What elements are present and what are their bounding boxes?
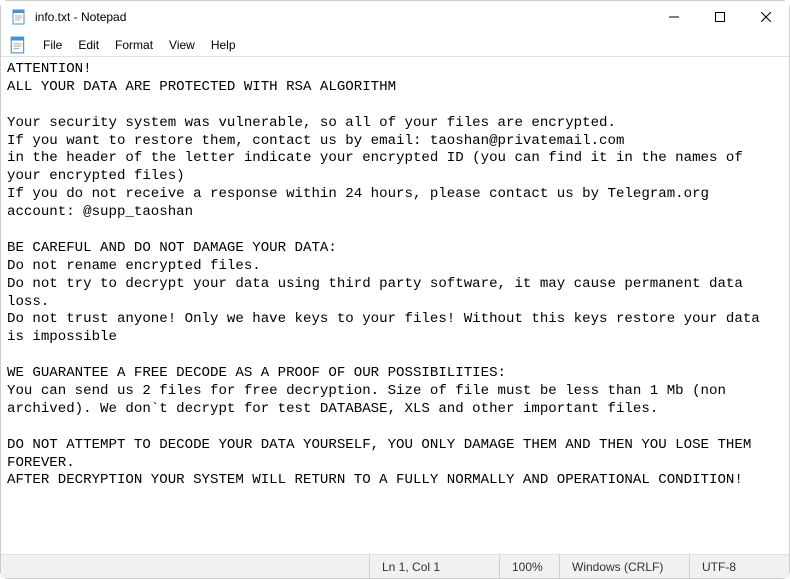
menu-help[interactable]: Help	[203, 36, 244, 54]
close-button[interactable]	[743, 1, 789, 33]
menu-file[interactable]: File	[35, 36, 70, 54]
titlebar: info.txt - Notepad	[1, 1, 789, 33]
maximize-button[interactable]	[697, 1, 743, 33]
status-encoding: UTF-8	[689, 555, 789, 578]
status-line-ending: Windows (CRLF)	[559, 555, 689, 578]
statusbar: Ln 1, Col 1 100% Windows (CRLF) UTF-8	[1, 554, 789, 578]
minimize-button[interactable]	[651, 1, 697, 33]
window-controls	[651, 1, 789, 33]
window-title: info.txt - Notepad	[35, 10, 651, 24]
status-cursor-position: Ln 1, Col 1	[369, 555, 499, 578]
menubar: File Edit Format View Help	[1, 33, 789, 57]
text-editor-area[interactable]: ATTENTION! ALL YOUR DATA ARE PROTECTED W…	[1, 59, 789, 554]
menu-format[interactable]: Format	[107, 36, 161, 54]
status-zoom: 100%	[499, 555, 559, 578]
menu-view[interactable]: View	[161, 36, 203, 54]
notepad-app-icon	[11, 9, 27, 25]
menu-edit[interactable]: Edit	[70, 36, 107, 54]
notepad-doc-icon	[9, 36, 27, 54]
